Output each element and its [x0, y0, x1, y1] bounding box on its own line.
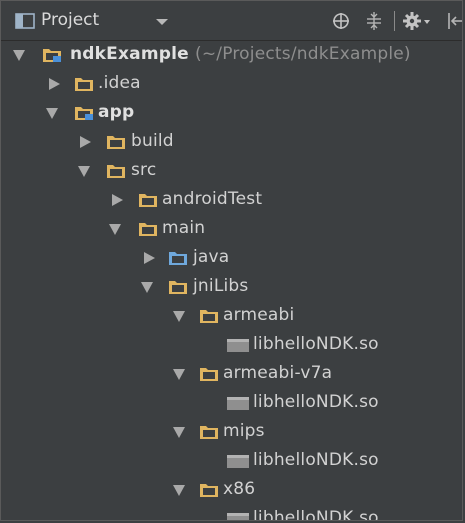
- expand-arrow-icon[interactable]: [141, 282, 153, 293]
- collapse-arrow-icon[interactable]: [49, 78, 60, 90]
- tree-item-label: src: [131, 160, 157, 180]
- folder-icon: [139, 223, 157, 236]
- tree-item-label: jniLibs: [193, 276, 249, 296]
- folder-icon: [169, 281, 187, 294]
- tree-item-java[interactable]: java: [1, 244, 461, 273]
- collapse-arrow-icon[interactable]: [112, 194, 123, 206]
- expand-arrow-icon[interactable]: [109, 224, 121, 235]
- tree-item-so-file[interactable]: libhelloNDK.so: [1, 447, 461, 476]
- folder-icon: [107, 165, 125, 178]
- tree-item-label: armeabi-v7a: [223, 363, 333, 383]
- tree-item-src[interactable]: src: [1, 157, 461, 186]
- tree-item-label: libhelloNDK.so: [253, 392, 379, 412]
- tree-item-label: x86: [223, 479, 256, 499]
- tree-item-so-file[interactable]: libhelloNDK.so: [1, 505, 461, 521]
- module-folder-icon: [43, 49, 61, 62]
- expand-arrow-icon[interactable]: [173, 485, 185, 496]
- folder-icon: [75, 78, 93, 91]
- collapse-arrow-icon[interactable]: [80, 136, 91, 148]
- tree-item-root-module[interactable]: ndkExample (~/Projects/ndkExample): [1, 41, 461, 70]
- tree-item-app[interactable]: app: [1, 99, 461, 128]
- folder-icon: [107, 136, 125, 149]
- tree-item-label: armeabi: [223, 305, 295, 325]
- folder-icon: [200, 368, 218, 381]
- module-folder-icon: [75, 107, 93, 120]
- tree-item-label: main: [162, 218, 206, 238]
- project-icon[interactable]: [15, 12, 35, 30]
- tree-item-label: .idea: [98, 73, 141, 93]
- expand-arrow-icon[interactable]: [173, 311, 185, 322]
- shared-library-file-icon: [227, 455, 249, 468]
- expand-arrow-icon[interactable]: [173, 427, 185, 438]
- tree-item-idea[interactable]: .idea: [1, 70, 461, 99]
- folder-icon: [200, 484, 218, 497]
- tree-item-label: libhelloNDK.so: [253, 450, 379, 470]
- tree-item-label: libhelloNDK.so: [253, 334, 379, 354]
- project-view-title[interactable]: Project: [41, 10, 99, 30]
- tree-item-label: build: [131, 131, 174, 151]
- shared-library-file-icon: [227, 513, 249, 520]
- source-folder-icon: [169, 252, 187, 265]
- hide-icon[interactable]: [446, 11, 463, 31]
- expand-arrow-icon[interactable]: [78, 166, 90, 177]
- tree-item-abi-folder[interactable]: x86: [1, 476, 461, 505]
- project-toolbar: Project: [1, 1, 462, 41]
- project-path: (~/Projects/ndkExample): [195, 44, 411, 64]
- tree-item-label: mips: [223, 421, 265, 441]
- tree-item-abi-folder[interactable]: armeabi: [1, 302, 461, 331]
- project-tool-window: Project ndkExample (~/Projects/ndkExampl…: [0, 0, 463, 521]
- toolbar-separator: [394, 11, 395, 31]
- tree-item-so-file[interactable]: libhelloNDK.so: [1, 331, 461, 360]
- tree-item-label: ndkExample (~/Projects/ndkExample): [70, 44, 411, 64]
- folder-icon: [200, 426, 218, 439]
- tree-item-label: androidTest: [162, 189, 263, 209]
- tree-item-so-file[interactable]: libhelloNDK.so: [1, 389, 461, 418]
- tree-item-label: libhelloNDK.so: [253, 508, 379, 521]
- expand-arrow-icon[interactable]: [173, 369, 185, 380]
- tree-item-build[interactable]: build: [1, 128, 461, 157]
- shared-library-file-icon: [227, 397, 249, 410]
- tree-item-android-test[interactable]: androidTest: [1, 186, 461, 215]
- collapse-arrow-icon[interactable]: [144, 252, 155, 264]
- tree-item-main[interactable]: main: [1, 215, 461, 244]
- shared-library-file-icon: [227, 339, 249, 352]
- tree-item-abi-folder[interactable]: armeabi-v7a: [1, 360, 461, 389]
- tree-item-label: app: [98, 102, 135, 122]
- tree-item-label: java: [193, 247, 230, 267]
- folder-icon: [139, 194, 157, 207]
- target-icon[interactable]: [332, 12, 350, 30]
- gear-icon[interactable]: [403, 10, 433, 32]
- tree-item-abi-folder[interactable]: mips: [1, 418, 461, 447]
- expand-arrow-icon[interactable]: [13, 50, 25, 61]
- chevron-down-icon[interactable]: [156, 19, 168, 25]
- tree-item-jni-libs[interactable]: jniLibs: [1, 273, 461, 302]
- expand-arrow-icon[interactable]: [46, 108, 58, 119]
- collapse-all-icon[interactable]: [365, 11, 383, 31]
- folder-icon: [200, 310, 218, 323]
